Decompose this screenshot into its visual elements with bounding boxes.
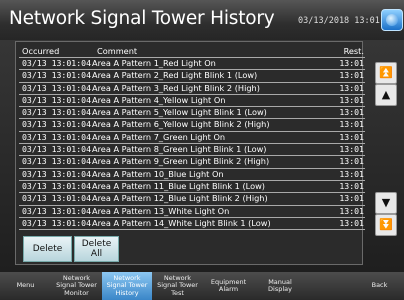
table-row[interactable]: 03/13 13:01:04 Area A Pattern 3_Red Light… [19, 83, 365, 95]
occurred-cell: 03/13 13:01:04 [22, 107, 92, 118]
table-row[interactable]: 03/13 13:01:04 Area A Pattern 14_White Li… [19, 217, 365, 231]
occurred-cell: 03/13 13:01:04 [22, 58, 92, 68]
tab-label-line: Display [268, 285, 292, 293]
comment-cell: Area A Pattern 11_Blue Light Blink 1 (Lo… [92, 180, 265, 191]
rest-cell: 13:01 [339, 217, 364, 228]
screen: Network Signal Tower History 03/13/2018 … [0, 0, 404, 300]
header-occurred: Occurred [22, 46, 60, 56]
tab-manual-display[interactable]: Manual Display [254, 272, 307, 300]
rest-cell: 13:01 [339, 70, 364, 81]
tab-blank[interactable] [306, 272, 356, 300]
occurred-cell: 03/13 13:01:04 [22, 205, 92, 216]
table-row[interactable]: 03/13 13:01:04 Area A Pattern 13_White Li… [19, 206, 365, 218]
comment-cell: Area A Pattern 1_Red Light On [92, 58, 216, 68]
occurred-cell: 03/13 13:01:04 [22, 119, 92, 130]
comment-cell: Area A Pattern 9_Green Light Blink 2 (Hi… [92, 156, 270, 167]
delete-all-button[interactable]: Delete All [74, 236, 119, 262]
rest-cell: 13:01 [339, 205, 364, 216]
comment-cell: Area A Pattern 6_Yellow Light Blink 2 (H… [92, 119, 270, 130]
rest-cell: 13:01 [339, 156, 364, 167]
tab-label: Equipment Alarm [211, 278, 246, 293]
tab-label: Menu [17, 282, 35, 289]
header-comment: Comment [97, 46, 138, 56]
tab-label: Back [372, 282, 388, 289]
table-row[interactable]: 03/13 13:01:04 Area A Pattern 8_Green Lig… [19, 144, 365, 157]
tab-label: Network Signal Tower History [107, 274, 148, 297]
tab-label: Network Signal Tower Monitor [56, 274, 97, 297]
help-icon[interactable] [381, 9, 403, 31]
table-row[interactable]: 03/13 13:01:04 Area A Pattern 12_Blue Lig… [19, 193, 365, 206]
datetime: 03/13/2018 13:01 [298, 16, 380, 26]
rest-cell: 13:01 [339, 193, 364, 204]
delete-all-label-1: Delete [81, 239, 112, 249]
tab-label-line: Back [371, 281, 388, 290]
comment-cell: Area A Pattern 8_Green Light Blink 1 (Lo… [92, 144, 267, 155]
tab-signal-tower-monitor[interactable]: Network Signal Tower Monitor [51, 272, 103, 300]
table-row[interactable]: 03/13 13:01:04 Area A Pattern 6_Yellow Li… [19, 119, 365, 132]
occurred-cell: 03/13 13:01:04 [22, 180, 92, 191]
scroll-bottom-button[interactable]: ⏬ [375, 214, 397, 236]
rest-cell: 13:01 [339, 119, 364, 130]
comment-cell: Area A Pattern 12_Blue Light Blink 2 (Hi… [92, 193, 268, 204]
tab-menu[interactable]: Menu [0, 272, 52, 300]
tab-label-line: Monitor [64, 288, 89, 297]
header-bar: Network Signal Tower History 03/13/2018 … [0, 0, 404, 40]
comment-cell: Area A Pattern 2_Red Light Blink 1 (Low) [92, 70, 258, 81]
comment-cell: Area A Pattern 13_White Light On [92, 205, 230, 216]
header-rest: Rest. [343, 46, 364, 56]
rest-cell: 13:01 [339, 94, 364, 105]
occurred-cell: 03/13 13:01:04 [22, 156, 92, 167]
occurred-cell: 03/13 13:01:04 [22, 168, 92, 179]
delete-button[interactable]: Delete [23, 236, 72, 262]
page-title: Network Signal Tower History [9, 8, 275, 29]
table-row[interactable]: 03/13 13:01:04 Area A Pattern 5_Yellow Li… [19, 107, 365, 120]
occurred-cell: 03/13 13:01:04 [22, 70, 92, 81]
tab-label: Manual Display [268, 278, 292, 293]
tab-signal-tower-history[interactable]: Network Signal Tower History [102, 272, 153, 300]
comment-cell: Area A Pattern 14_White Light Blink 1 (L… [92, 217, 271, 228]
occurred-cell: 03/13 13:01:04 [22, 217, 92, 228]
scroll-up-button[interactable]: ▲ [375, 84, 397, 106]
tab-label-line: Alarm [218, 285, 239, 293]
tab-equipment-alarm[interactable]: Equipment Alarm [203, 272, 255, 300]
rest-cell: 13:01 [339, 82, 364, 93]
comment-cell: Area A Pattern 4_Yellow Light On [92, 94, 226, 105]
tab-label-line: Test [171, 288, 184, 297]
delete-all-label-2: All [90, 249, 103, 259]
table-row[interactable]: 03/13 13:01:04 Area A Pattern 9_Green Lig… [19, 156, 365, 169]
tab-label-line: History [115, 288, 139, 297]
rest-cell: 13:01 [339, 168, 364, 179]
occurred-cell: 03/13 13:01:04 [22, 82, 92, 93]
tab-label: Network Signal Tower Test [157, 274, 198, 297]
comment-cell: Area A Pattern 3_Red Light Blink 2 (High… [92, 82, 260, 93]
comment-cell: Area A Pattern 7_Green Light On [92, 131, 226, 142]
tab-label-line: Menu [16, 281, 35, 290]
table-row[interactable]: 03/13 13:01:04 Area A Pattern 10_Blue Lig… [19, 169, 365, 181]
table-row[interactable]: 03/13 13:01:04 Area A Pattern 7_Green Lig… [19, 131, 365, 145]
occurred-cell: 03/13 13:01:04 [22, 193, 92, 204]
table-row[interactable]: 03/13 13:01:04 Area A Pattern 2_Red Light… [19, 70, 365, 83]
comment-cell: Area A Pattern 10_Blue Light On [92, 168, 224, 179]
occurred-cell: 03/13 13:01:04 [22, 94, 92, 105]
table-header: Occurred Comment Rest. [19, 46, 365, 58]
rest-cell: 13:01 [339, 58, 364, 68]
scroll-top-button[interactable]: ⏫ [375, 62, 397, 84]
occurred-cell: 03/13 13:01:04 [22, 131, 92, 142]
rest-cell: 13:01 [339, 131, 364, 142]
table-row[interactable]: 03/13 13:01:04 Area A Pattern 1_Red Light… [19, 58, 365, 71]
rest-cell: 13:01 [339, 107, 364, 118]
tab-back[interactable]: Back [355, 272, 404, 300]
comment-cell: Area A Pattern 5_Yellow Light Blink 1 (L… [92, 107, 267, 118]
table-row[interactable]: 03/13 13:01:04 Area A Pattern 11_Blue Lig… [19, 180, 365, 194]
rest-cell: 13:01 [339, 144, 364, 155]
scroll-down-button[interactable]: ▼ [375, 192, 397, 214]
table-row[interactable]: 03/13 13:01:04 Area A Pattern 4_Yellow Li… [19, 94, 365, 108]
occurred-cell: 03/13 13:01:04 [22, 144, 92, 155]
rest-cell: 13:01 [339, 180, 364, 191]
history-table: Occurred Comment Rest. 03/13 13:01:04 Are… [19, 46, 365, 231]
tab-signal-tower-test[interactable]: Network Signal Tower Test [152, 272, 204, 300]
